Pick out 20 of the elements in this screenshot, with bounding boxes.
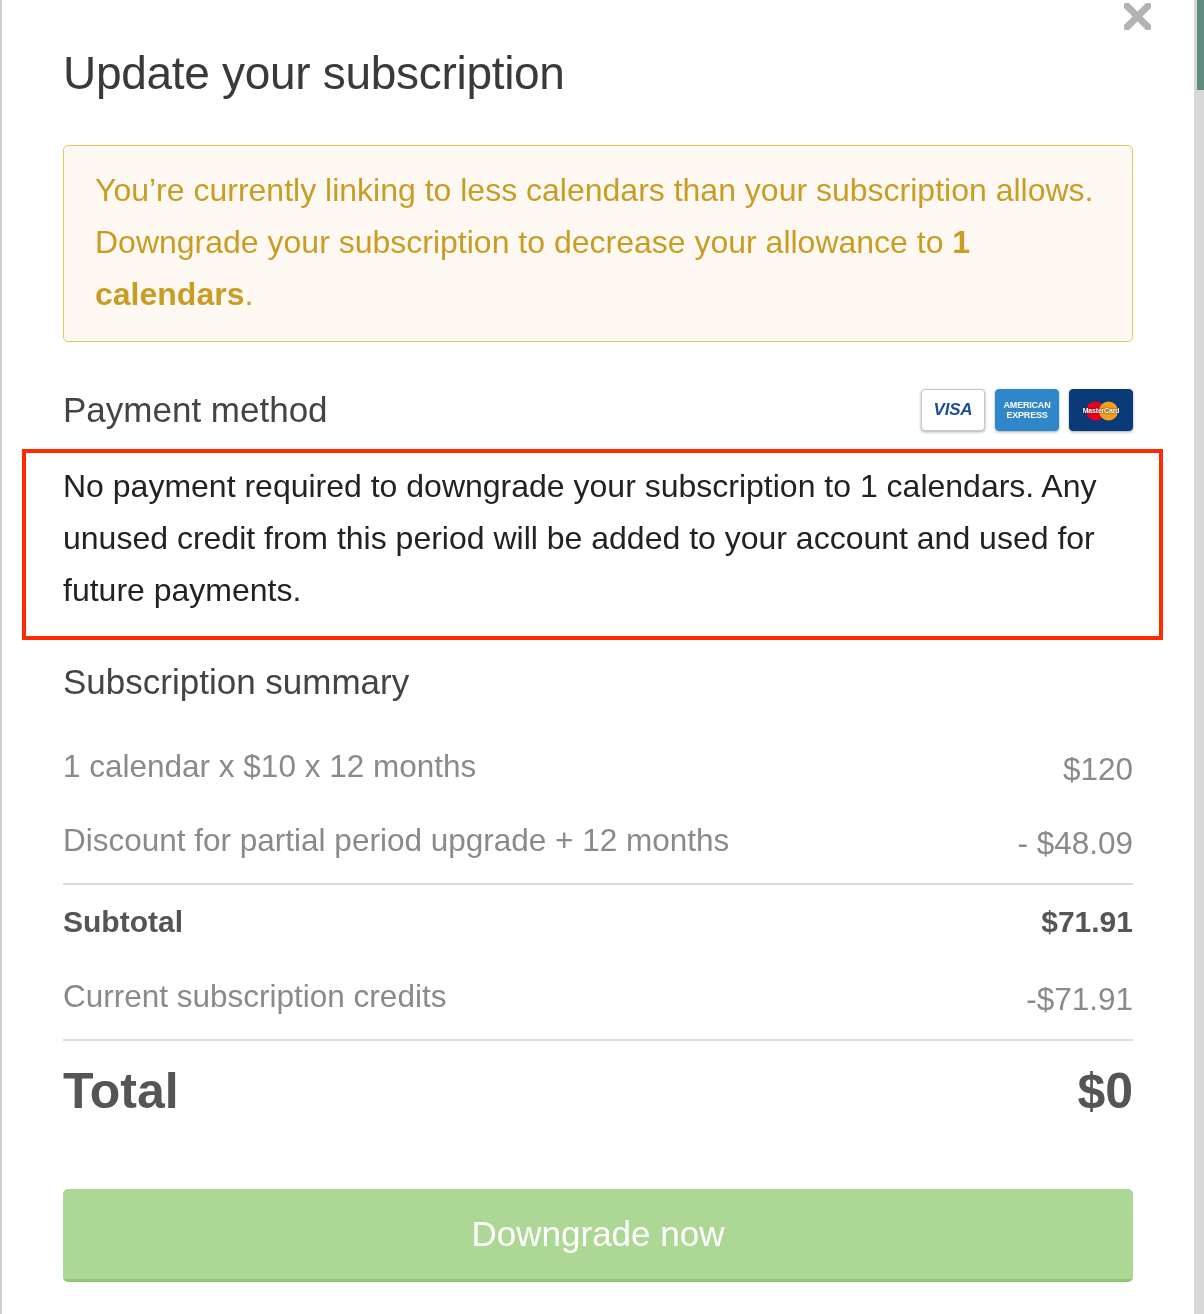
- summary-label: Discount for partial period upgrade + 12 months: [63, 821, 730, 860]
- summary-amount: $120: [1062, 750, 1133, 789]
- summary-label: Subtotal: [63, 904, 183, 940]
- summary-label: 1 calendar x $10 x 12 months: [63, 747, 477, 786]
- summary-amount: $71.91: [1041, 904, 1133, 940]
- section-heading: Payment method: [63, 389, 328, 431]
- summary-amount: -$71.91: [1026, 980, 1133, 1019]
- card-brand-text: AMERICAN EXPRESS: [1002, 400, 1052, 420]
- scrollbar-thumb[interactable]: [1197, 0, 1204, 90]
- payment-info-message: No payment required to downgrade your subscription to 1 calendars. Any unused credit from this period will be added to your account and used for future payments.: [22, 449, 1163, 640]
- close-icon[interactable]: [1124, 3, 1151, 30]
- dialog-title: Update your subscription: [63, 46, 566, 101]
- summary-amount: $0: [1077, 1062, 1133, 1121]
- downgrade-button[interactable]: Downgrade now: [63, 1189, 1133, 1282]
- section-heading: Subscription summary: [63, 661, 411, 703]
- summary-label: Total: [63, 1062, 179, 1121]
- notice-message: You’re currently linking to less calendars than your subscription allows. Downgrade your subscription to decrease your allowance to 1 calendars.: [63, 145, 1133, 342]
- card-brand-text: VISA: [933, 400, 973, 420]
- summary-label: Current subscription credits: [63, 977, 447, 1016]
- summary-amount: - $48.09: [1017, 824, 1133, 863]
